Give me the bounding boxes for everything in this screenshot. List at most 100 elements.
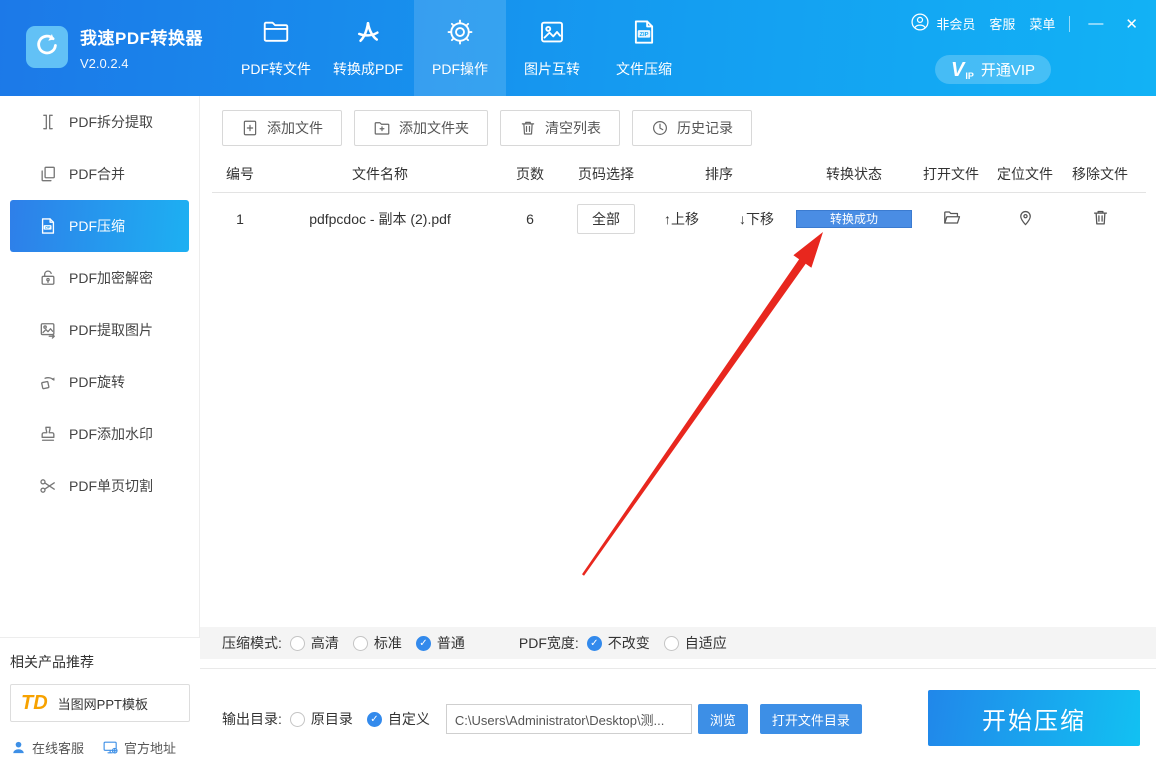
radio-icon — [289, 711, 305, 727]
output-directory-label: 输出目录: — [222, 711, 282, 727]
customer-service-icon — [13, 741, 24, 754]
official-site-link[interactable]: 官方地址 — [102, 738, 176, 757]
nav-tab-image-convert[interactable]: 图片互转 — [506, 0, 598, 96]
app-title-block: 我速PDF转换器 V2.0.2.4 — [80, 24, 203, 71]
file-table: 编号 文件名称 页数 页码选择 排序 转换状态 打开文件 定位文件 移除文件 1… — [212, 156, 1146, 245]
sidebar-item-label: PDF合并 — [69, 166, 125, 182]
sidebar-item-pdf-rotate[interactable]: PDF旋转 — [0, 356, 199, 408]
lock-icon — [41, 270, 55, 285]
radio-checked-icon — [366, 711, 382, 727]
table-row: 1 pdfpcdoc - 副本 (2).pdf 6 全部 ↑上移 ↓下移 转换成… — [212, 193, 1146, 245]
toolbar-button-label: 清空列表 — [545, 120, 601, 136]
scissors-icon — [40, 479, 55, 493]
open-folder-icon — [943, 211, 960, 224]
file-plus-icon — [243, 120, 257, 136]
locate-file-button[interactable] — [1016, 211, 1035, 230]
td-logo: TD — [21, 691, 48, 714]
minimize-button[interactable]: — — [1084, 15, 1107, 32]
add-folder-button[interactable]: 添加文件夹 — [354, 110, 488, 146]
sidebar-item-pdf-watermark[interactable]: PDF添加水印 — [0, 408, 199, 460]
sidebar-item-label: PDF单页切割 — [69, 478, 153, 494]
sidebar-item-label: PDF旋转 — [69, 374, 125, 390]
row-pages: 6 — [526, 211, 534, 227]
move-up-button[interactable]: ↑上移 — [664, 209, 699, 229]
radio-label: 自定义 — [387, 711, 430, 727]
radio-option-normal[interactable]: 普通 — [415, 633, 465, 653]
titlebar-controls: 非会员 客服 菜单 — ✕ — [910, 12, 1142, 35]
toolbar-button-label: 添加文件夹 — [399, 120, 469, 136]
online-support-link[interactable]: 在线客服 — [10, 738, 84, 757]
related-products: 相关产品推荐 TD 当图网PPT模板 在线客服 官方地址 — [0, 637, 200, 767]
sidebar-item-pdf-merge[interactable]: PDF合并 — [0, 148, 199, 200]
compress-mode-group: 压缩模式: 高清 标准 普通 — [222, 633, 479, 653]
close-button[interactable]: ✕ — [1121, 15, 1142, 33]
toolbar-button-label: 添加文件 — [267, 120, 323, 136]
page-select-button[interactable]: 全部 — [577, 204, 635, 234]
vip-logo-ip: IP — [965, 71, 974, 81]
svg-text:ZIP: ZIP — [640, 32, 649, 38]
radio-option-original-dir[interactable]: 原目录 — [289, 709, 353, 729]
radio-label: 普通 — [436, 635, 465, 651]
account-status[interactable]: 非会员 — [910, 12, 975, 35]
output-directory-bar: 输出目录: 原目录 自定义 浏览 打开文件目录 — [222, 704, 862, 734]
clear-list-button[interactable]: 清空列表 — [500, 110, 620, 146]
remove-file-button[interactable] — [1091, 210, 1110, 230]
col-header-locate-file: 定位文件 — [997, 166, 1053, 182]
sidebar-item-pdf-extract-images[interactable]: PDF提取图片 — [0, 304, 199, 356]
nav-tab-to-pdf[interactable]: 转换成PDF — [322, 0, 414, 96]
folder-icon — [261, 17, 291, 50]
row-filename: pdfpcdoc - 副本 (2).pdf — [309, 211, 451, 227]
radio-option-standard[interactable]: 标准 — [352, 633, 402, 653]
col-header-sort: 排序 — [705, 166, 733, 182]
nav-tab-pdf-operations[interactable]: PDF操作 — [414, 0, 506, 96]
browse-button[interactable]: 浏览 — [697, 704, 748, 734]
pdf-width-label: PDF宽度: — [518, 635, 579, 651]
output-path-input[interactable] — [445, 704, 692, 734]
move-down-button[interactable]: ↓下移 — [739, 209, 774, 229]
radio-label: 原目录 — [310, 711, 353, 727]
nav-tab-pdf-to-file[interactable]: PDF转文件 — [230, 0, 322, 96]
app-logo — [26, 26, 68, 68]
sidebar-item-label: PDF添加水印 — [69, 426, 153, 442]
sidebar-item-pdf-compress[interactable]: ZIP PDF压缩 — [10, 200, 189, 252]
file-toolbar: 添加文件 添加文件夹 清空列表 历史记录 — [222, 110, 752, 146]
history-icon — [653, 121, 667, 135]
nav-tab-file-compress[interactable]: ZIP 文件压缩 — [598, 0, 690, 96]
open-vip-button[interactable]: V IP 开通VIP — [935, 55, 1051, 84]
sidebar-item-label: PDF压缩 — [69, 218, 125, 234]
merge-icon — [41, 166, 55, 182]
row-index: 1 — [236, 211, 244, 227]
radio-option-adaptive[interactable]: 自适应 — [663, 633, 727, 653]
history-button[interactable]: 历史记录 — [632, 110, 752, 146]
header-bar: 我速PDF转换器 V2.0.2.4 PDF转文件 转换成PDF PDF操作 图片… — [0, 0, 1156, 96]
radio-label: 高清 — [310, 635, 339, 651]
sidebar-item-pdf-encrypt[interactable]: PDF加密解密 — [0, 252, 199, 304]
open-file-button[interactable] — [942, 211, 961, 230]
add-file-button[interactable]: 添加文件 — [222, 110, 342, 146]
official-site-icon — [103, 741, 118, 754]
promo-links: 在线客服 官方地址 — [0, 738, 200, 757]
radio-label: 自适应 — [684, 635, 727, 651]
sidebar-item-pdf-page-cut[interactable]: PDF单页切割 — [0, 460, 199, 512]
vip-button-label: 开通VIP — [980, 62, 1036, 79]
start-compress-button[interactable]: 开始压缩 — [928, 690, 1140, 746]
pdf-width-group: PDF宽度: 不改变 自适应 — [519, 633, 741, 653]
radio-option-unchanged[interactable]: 不改变 — [586, 633, 650, 653]
folder-plus-icon — [374, 122, 390, 135]
promo-link-label: 官方地址 — [124, 741, 177, 756]
open-file-directory-button[interactable]: 打开文件目录 — [759, 704, 862, 734]
radio-option-custom-dir[interactable]: 自定义 — [366, 709, 430, 729]
sidebar-item-pdf-split[interactable]: PDF拆分提取 — [0, 96, 199, 148]
trash-icon — [521, 121, 535, 135]
col-header-filename: 文件名称 — [352, 166, 408, 182]
menu-link[interactable]: 菜单 — [1029, 14, 1055, 33]
promo-card-ppt-templates[interactable]: TD 当图网PPT模板 — [10, 684, 190, 722]
radio-icon — [352, 635, 368, 651]
zip-doc-icon: ZIP — [41, 218, 55, 234]
stamp-icon — [41, 426, 55, 441]
support-link[interactable]: 客服 — [989, 14, 1015, 33]
compress-mode-label: 压缩模式: — [222, 635, 282, 651]
radio-option-hd[interactable]: 高清 — [289, 633, 339, 653]
main-nav: PDF转文件 转换成PDF PDF操作 图片互转 ZIP 文件压缩 — [230, 0, 690, 96]
sidebar: PDF拆分提取 PDF合并 ZIP PDF压缩 PDF加密解密 PDF提取图片 … — [0, 96, 200, 767]
